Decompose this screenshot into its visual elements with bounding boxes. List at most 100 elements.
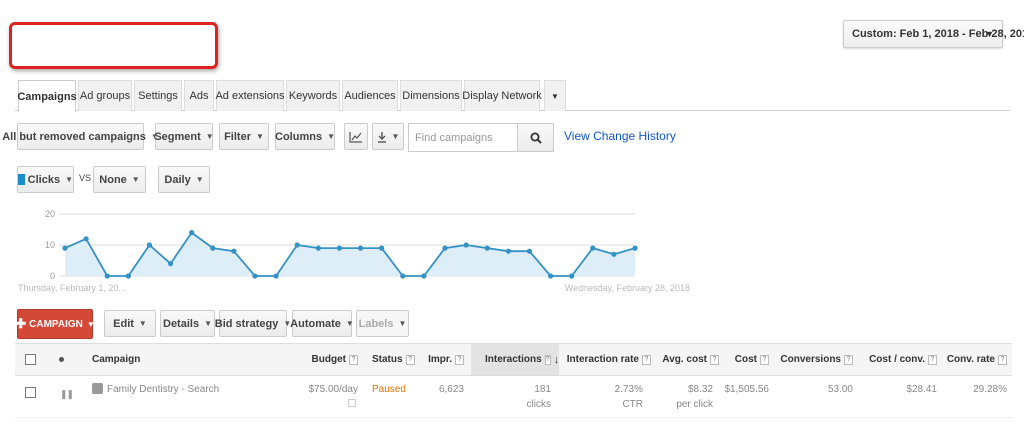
col-cost[interactable]: Cost? xyxy=(719,344,769,375)
help-icon[interactable]: ? xyxy=(928,354,937,365)
help-icon[interactable]: ? xyxy=(998,354,1007,365)
help-icon[interactable]: ? xyxy=(455,354,464,365)
campaign-name-link[interactable]: Family Dentistry - Search xyxy=(107,384,219,395)
download-button[interactable]: ▼ xyxy=(372,123,404,150)
col-status[interactable]: Status? xyxy=(372,344,432,375)
clicks-data-point xyxy=(400,273,406,279)
table-row[interactable]: ❚❚ Family Dentistry - Search $75.00/day … xyxy=(15,376,1012,418)
y-tick-label: 20 xyxy=(45,209,55,219)
interaction-rate-cell: 2.73% CTR xyxy=(614,384,643,410)
segment-button[interactable]: Segment ▼ xyxy=(154,123,214,150)
help-icon[interactable]: ? xyxy=(844,354,853,365)
impr-cell: 6,623 xyxy=(438,384,464,395)
col-conversions[interactable]: Conversions? xyxy=(769,344,853,375)
cost-cell: $1,505.56 xyxy=(724,384,770,395)
caret-down-icon: ▼ xyxy=(391,132,400,141)
date-range-label: Custom: Feb 1, 2018 - Feb 28, 2018 xyxy=(852,28,1024,40)
clicks-data-point xyxy=(505,248,511,254)
tab-bar: Campaigns Ad groups Settings Ads Ad exte… xyxy=(15,77,1010,112)
clicks-data-point xyxy=(83,236,89,242)
bid-strategy-button[interactable]: Bid strategy ▼ xyxy=(215,310,291,337)
clicks-data-point xyxy=(125,273,131,279)
clicks-data-point xyxy=(273,273,279,279)
tab-ad-extensions[interactable]: Ad extensions xyxy=(215,80,285,111)
clicks-data-point xyxy=(252,273,258,279)
tab-keywords[interactable]: Keywords xyxy=(286,80,340,111)
line-chart-icon xyxy=(349,131,362,143)
clicks-data-point xyxy=(463,242,469,248)
tab-ads[interactable]: Ads xyxy=(184,80,214,111)
view-change-history-link[interactable]: View Change History xyxy=(564,129,676,143)
tab-more-dropdown[interactable]: ▼ xyxy=(544,80,566,111)
clicks-data-point xyxy=(62,245,68,251)
row-checkbox[interactable] xyxy=(25,387,36,398)
period-dropdown[interactable]: Daily ▼ xyxy=(158,166,210,193)
y-tick-label: 10 xyxy=(45,240,55,250)
col-interactions[interactable]: Interactions? ↓ xyxy=(471,344,559,375)
clicks-data-point xyxy=(104,273,110,279)
caret-down-icon: ▼ xyxy=(327,132,335,141)
columns-button[interactable]: Columns ▼ xyxy=(275,123,335,150)
vs-label: VS xyxy=(79,173,92,183)
metric2-dropdown[interactable]: None ▼ xyxy=(93,166,146,193)
help-icon[interactable]: ? xyxy=(760,354,769,365)
help-icon[interactable]: ? xyxy=(642,354,651,365)
clicks-data-point xyxy=(547,273,554,279)
help-icon[interactable]: ? xyxy=(349,354,358,365)
budget-cell: $75.00/day xyxy=(285,382,358,412)
caret-down-icon: ▼ xyxy=(65,175,73,184)
chart-toggle-button[interactable] xyxy=(344,123,368,150)
redacted-account-box xyxy=(9,22,218,69)
clicks-data-point xyxy=(590,245,596,251)
clicks-data-point xyxy=(294,242,300,248)
tab-display-network[interactable]: Display Network xyxy=(462,80,542,111)
campaigns-table: Campaign Budget? Status? Impr.? Interact… xyxy=(15,343,1012,418)
tab-audiences[interactable]: Audiences xyxy=(342,80,398,111)
caret-down-icon: ▼ xyxy=(255,132,264,141)
budget-edit-icon[interactable] xyxy=(348,399,356,407)
filter-button[interactable]: Filter ▼ xyxy=(219,123,269,150)
col-avg-cost[interactable]: Avg. cost? xyxy=(651,344,719,375)
clicks-chart: 20 10 0 Thursday, February 1, 20... Wednesda… xyxy=(18,209,690,293)
tab-ad-groups[interactable]: Ad groups xyxy=(78,80,132,111)
col-budget[interactable]: Budget? xyxy=(285,344,358,375)
tab-campaigns[interactable]: Campaigns xyxy=(17,80,77,112)
clicks-data-point xyxy=(442,245,448,251)
table-header: Campaign Budget? Status? Impr.? Interact… xyxy=(15,343,1012,376)
edit-button[interactable]: Edit ▼ xyxy=(104,310,156,337)
metric1-dropdown[interactable]: Clicks ▼ xyxy=(17,166,74,193)
status-cell[interactable]: Paused xyxy=(372,382,406,397)
caret-down-icon: ▼ xyxy=(398,319,407,328)
help-icon[interactable]: ? xyxy=(710,354,719,365)
col-impr[interactable]: Impr.? xyxy=(428,344,464,375)
col-cost-conv[interactable]: Cost / conv.? xyxy=(853,344,937,375)
tab-dimensions[interactable]: Dimensions xyxy=(400,80,462,111)
cost-conv-cell: $28.41 xyxy=(906,384,937,395)
pause-icon: ❚❚ xyxy=(60,389,74,399)
details-button[interactable]: Details ▼ xyxy=(160,310,215,337)
caret-down-icon: ▼ xyxy=(138,319,147,328)
download-icon xyxy=(377,131,386,143)
filter-view-dropdown[interactable]: All but removed campaigns▼ xyxy=(2,123,159,150)
col-interaction-rate[interactable]: Interaction rate? xyxy=(559,344,651,375)
caret-down-icon: ▼ xyxy=(985,29,994,39)
automate-button[interactable]: Automate ▼ xyxy=(290,310,354,337)
labels-button[interactable]: Labels ▼ xyxy=(356,310,409,337)
plus-icon: ✚ xyxy=(15,316,27,331)
select-all-checkbox[interactable] xyxy=(25,354,36,365)
help-icon[interactable]: ? xyxy=(544,354,551,365)
help-icon[interactable]: ? xyxy=(405,354,415,365)
clicks-data-point xyxy=(379,245,385,251)
col-campaign[interactable]: Campaign xyxy=(92,344,212,375)
search-button[interactable] xyxy=(517,124,553,151)
caret-down-icon: ▼ xyxy=(204,319,212,328)
clicks-data-point xyxy=(146,242,153,248)
search-input[interactable] xyxy=(409,124,517,151)
campaign-name-cell: Family Dentistry - Search xyxy=(92,382,219,397)
date-range-dropdown[interactable]: Custom: Feb 1, 2018 - Feb 28, 2018 ▼ xyxy=(843,20,1024,48)
caret-down-icon: ▼ xyxy=(195,175,204,184)
clicks-data-point xyxy=(632,245,638,251)
col-conv-rate[interactable]: Conv. rate? xyxy=(937,344,1007,375)
tab-settings[interactable]: Settings xyxy=(134,80,182,111)
add-campaign-button[interactable]: ✚ CAMPAIGN ▼ xyxy=(15,309,95,339)
